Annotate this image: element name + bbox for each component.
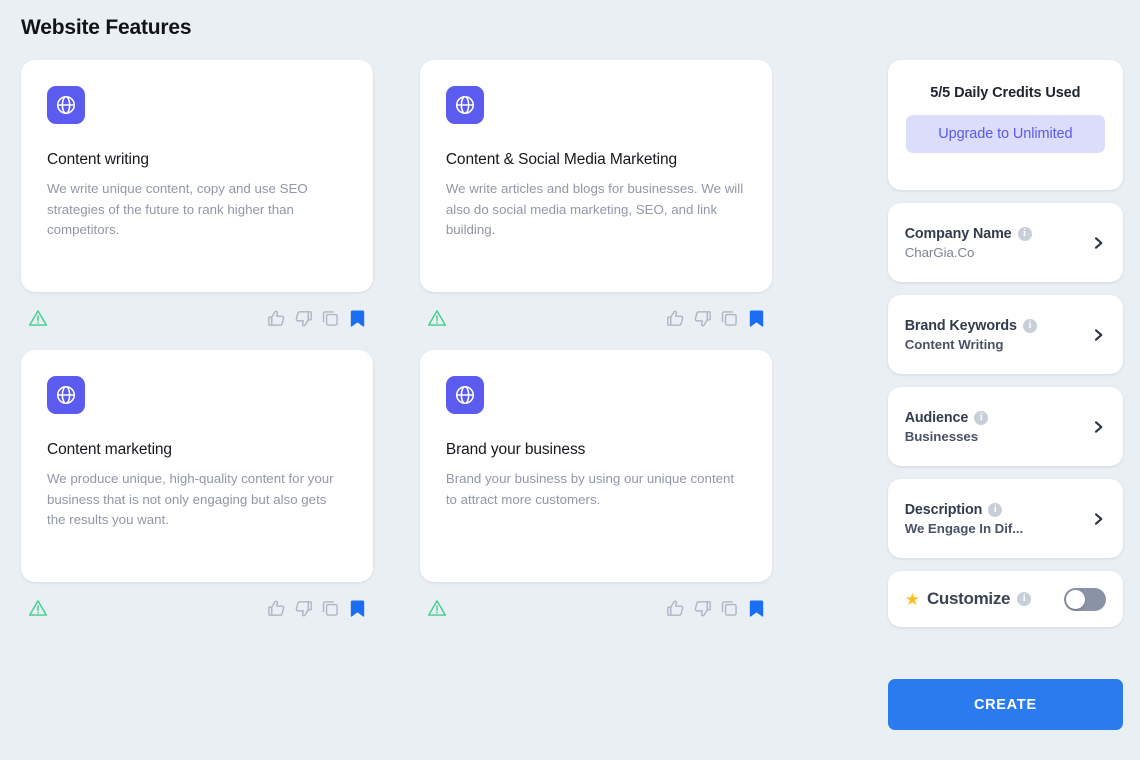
feature-title: Content writing bbox=[47, 151, 149, 168]
info-icon[interactable]: i bbox=[1022, 318, 1037, 333]
thumbs-down-icon[interactable] bbox=[293, 598, 314, 619]
globe-icon bbox=[47, 86, 85, 124]
feedback-actions bbox=[665, 308, 767, 329]
feature-block: Brand your business Brand your business … bbox=[419, 350, 795, 628]
thumbs-up-icon[interactable] bbox=[665, 308, 686, 329]
thumbs-up-icon[interactable] bbox=[266, 598, 287, 619]
toggle-knob bbox=[1066, 589, 1086, 609]
feature-description: We write unique content, copy and use SE… bbox=[47, 181, 308, 237]
feature-description: We produce unique, high-quality content … bbox=[47, 471, 334, 527]
feature-column-left: Content writing We write unique content,… bbox=[21, 60, 396, 760]
info-icon[interactable]: i bbox=[974, 410, 989, 425]
card-action-bar bbox=[21, 588, 373, 628]
field-value: CharGia.Co bbox=[904, 244, 975, 260]
feature-card[interactable]: Content & Social Media Marketing We writ… bbox=[419, 60, 772, 292]
feature-title: Brand your business bbox=[445, 441, 586, 458]
sidebar-field-brand-keywords[interactable]: Brand Keywords i Content Writing bbox=[887, 295, 1124, 374]
thumbs-up-icon[interactable] bbox=[665, 598, 686, 619]
page-title: Website Features bbox=[21, 16, 192, 39]
feature-card[interactable]: Content marketing We produce unique, hig… bbox=[21, 350, 373, 582]
field-content: Audience i Businesses bbox=[905, 410, 1082, 444]
credits-text: 5/5 Daily Credits Used bbox=[930, 85, 1081, 101]
card-action-bar bbox=[420, 298, 772, 338]
credits-card: 5/5 Daily Credits Used Upgrade to Unlimi… bbox=[887, 60, 1124, 190]
warning-triangle-icon[interactable] bbox=[427, 308, 447, 328]
chevron-right-icon[interactable] bbox=[1090, 511, 1106, 527]
feature-title: Content & Social Media Marketing bbox=[445, 151, 677, 168]
feature-block: Content & Social Media Marketing We writ… bbox=[419, 60, 795, 338]
warning-triangle-icon[interactable] bbox=[427, 598, 447, 618]
create-button[interactable]: CREATE bbox=[887, 679, 1124, 730]
chevron-right-icon[interactable] bbox=[1090, 235, 1106, 251]
sidebar-field-description[interactable]: Description i We Engage In Dif... bbox=[887, 479, 1124, 558]
feature-description: We write articles and blogs for business… bbox=[445, 181, 744, 237]
star-icon: ★ bbox=[904, 589, 920, 609]
info-icon[interactable]: i bbox=[1017, 592, 1032, 606]
main-layout: Content writing We write unique content,… bbox=[0, 60, 1140, 760]
field-label: Brand Keywords bbox=[904, 317, 1017, 334]
feature-block: Content writing We write unique content,… bbox=[21, 60, 396, 338]
feedback-actions bbox=[665, 598, 767, 619]
field-value: Businesses bbox=[904, 428, 979, 444]
copy-icon[interactable] bbox=[719, 308, 740, 329]
card-action-bar bbox=[21, 298, 373, 338]
field-content: Company Name i CharGia.Co bbox=[905, 226, 1082, 260]
customize-row: ★ Customize i bbox=[887, 571, 1124, 627]
copy-icon[interactable] bbox=[719, 598, 740, 619]
field-label: Audience bbox=[904, 409, 969, 426]
info-icon[interactable]: i bbox=[988, 502, 1003, 517]
copy-icon[interactable] bbox=[320, 598, 341, 619]
sidebar-field-audience[interactable]: Audience i Businesses bbox=[887, 387, 1124, 466]
feedback-actions bbox=[266, 598, 368, 619]
feature-card[interactable]: Brand your business Brand your business … bbox=[419, 350, 772, 582]
field-label-row: Company Name i bbox=[905, 226, 1082, 242]
chevron-right-icon[interactable] bbox=[1090, 327, 1106, 343]
sidebar: 5/5 Daily Credits Used Upgrade to Unlimi… bbox=[887, 60, 1124, 760]
thumbs-down-icon[interactable] bbox=[293, 308, 314, 329]
info-icon[interactable]: i bbox=[1017, 226, 1032, 241]
warning-triangle-icon[interactable] bbox=[28, 598, 48, 618]
feature-card[interactable]: Content writing We write unique content,… bbox=[21, 60, 373, 292]
globe-icon bbox=[47, 376, 85, 414]
card-action-bar bbox=[420, 588, 772, 628]
globe-icon bbox=[445, 376, 484, 414]
copy-icon[interactable] bbox=[320, 308, 341, 329]
field-label-row: Audience i bbox=[905, 410, 1082, 426]
customize-label: Customize bbox=[926, 589, 1011, 608]
globe-icon bbox=[445, 86, 484, 124]
bookmark-icon[interactable] bbox=[347, 598, 368, 619]
sidebar-field-company-name[interactable]: Company Name i CharGia.Co bbox=[887, 203, 1124, 282]
field-value: We Engage In Dif... bbox=[904, 520, 1024, 536]
feature-title: Content marketing bbox=[47, 441, 172, 458]
customize-toggle[interactable] bbox=[1064, 587, 1107, 611]
feature-column-right: Content & Social Media Marketing We writ… bbox=[419, 60, 795, 760]
warning-triangle-icon[interactable] bbox=[28, 308, 48, 328]
feature-description: Brand your business by using our unique … bbox=[445, 471, 735, 507]
customize-label-group: ★ Customize i bbox=[905, 589, 1064, 609]
bookmark-icon[interactable] bbox=[746, 308, 767, 329]
field-content: Description i We Engage In Dif... bbox=[905, 502, 1082, 536]
bookmark-icon[interactable] bbox=[347, 308, 368, 329]
field-content: Brand Keywords i Content Writing bbox=[905, 318, 1082, 352]
field-label: Description bbox=[904, 501, 983, 518]
field-label-row: Description i bbox=[905, 502, 1082, 518]
bookmark-icon[interactable] bbox=[746, 598, 767, 619]
field-label: Company Name bbox=[904, 225, 1012, 242]
feedback-actions bbox=[266, 308, 368, 329]
feature-block: Content marketing We produce unique, hig… bbox=[21, 350, 396, 628]
thumbs-down-icon[interactable] bbox=[692, 308, 713, 329]
field-label-row: Brand Keywords i bbox=[905, 318, 1082, 334]
upgrade-to-unlimited-button[interactable]: Upgrade to Unlimited bbox=[905, 115, 1106, 153]
chevron-right-icon[interactable] bbox=[1090, 419, 1106, 435]
thumbs-down-icon[interactable] bbox=[692, 598, 713, 619]
field-value: Content Writing bbox=[904, 336, 1004, 352]
thumbs-up-icon[interactable] bbox=[266, 308, 287, 329]
